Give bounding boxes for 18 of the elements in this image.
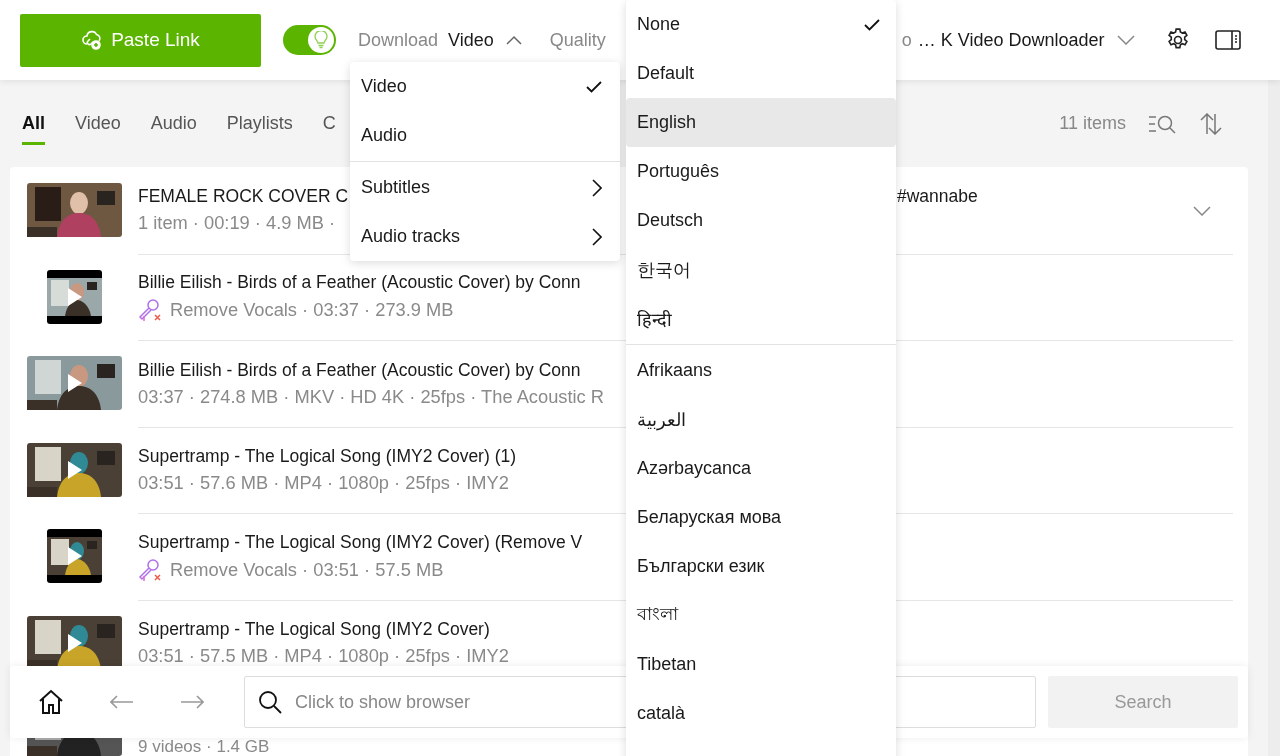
item-details: Remove Vocals · 03:37 · 273.9 MB	[170, 299, 454, 322]
header-label: o	[901, 29, 912, 51]
item-title: FEMALE ROCK COVER C	[138, 186, 349, 208]
quality-label: Quality	[549, 29, 606, 51]
item-title: Supertramp - The Logical Song (IMY2 Cover) (1)	[138, 446, 517, 468]
item-details: 1 item · 00:19 · 4.9 MB ·	[138, 212, 336, 235]
item-details: 9 videos · 1.4 GB	[138, 739, 270, 755]
item-title: Billie Eilish - Birds of a Feather (Acoustic Cover) by Conn	[138, 272, 581, 294]
item-details: Remove Vocals · 03:51 · 57.5 MB	[170, 558, 444, 581]
item-details: 03:51 · 57.6 MB · MP4 · 1080p · 25fps · IMY2	[138, 472, 509, 495]
item-title: Billie Eilish - Birds of a Feather (Acoustic Cover) by Conn	[138, 359, 581, 381]
item-details: 03:37 · 274.8 MB · MKV · HD 4K · 25fps · The Acoustic R	[138, 385, 605, 408]
item-count: 11 items	[1059, 113, 1126, 134]
item-title: #wannabe	[897, 186, 978, 208]
item-details: 03:51 · 57.5 MB · MP4 · 1080p · 25fps · IMY2	[138, 645, 509, 668]
item-title: Supertramp - The Logical Song (IMY2 Cover)	[138, 619, 490, 641]
download-label: Download	[358, 29, 439, 51]
item-title: Supertramp - The Logical Song (IMY2 Cover) (Remove V	[138, 531, 583, 553]
